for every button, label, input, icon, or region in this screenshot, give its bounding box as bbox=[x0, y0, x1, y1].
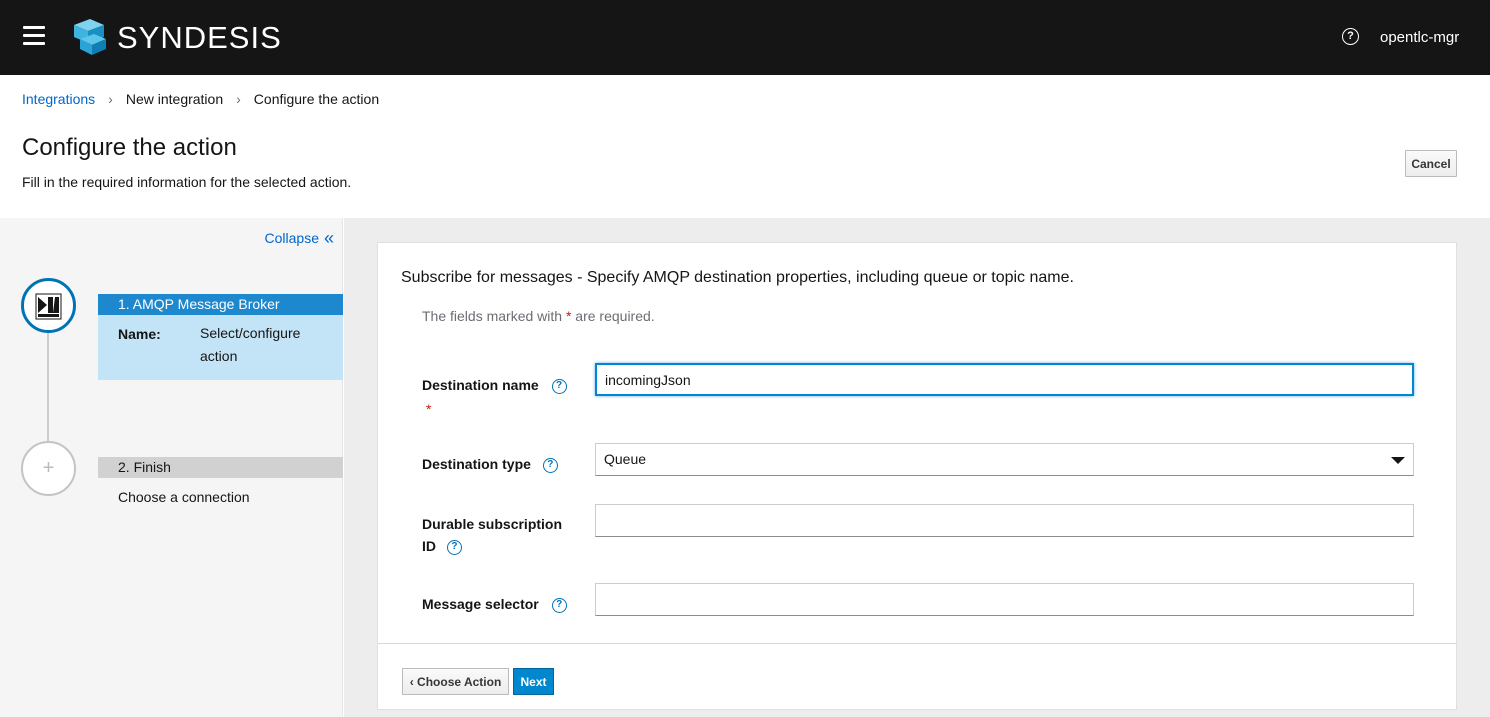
step-1-circle[interactable] bbox=[21, 278, 76, 333]
destination-type-label: Destination type ? bbox=[422, 456, 558, 473]
destination-name-label: Destination name ? bbox=[422, 377, 567, 394]
destination-name-label-text: Destination name bbox=[422, 377, 539, 393]
help-icon[interactable]: ? bbox=[1342, 28, 1359, 45]
required-note-suffix: are required. bbox=[575, 308, 655, 324]
brand-name: SYNDESIS bbox=[117, 20, 282, 55]
double-chevron-left-icon: « bbox=[323, 228, 334, 248]
collapse-label: Collapse bbox=[264, 230, 319, 246]
amqp-connector-icon bbox=[35, 293, 62, 320]
choose-action-label: Choose Action bbox=[417, 674, 502, 689]
page-title: Configure the action bbox=[22, 134, 237, 161]
step-2-header[interactable]: 2. Finish bbox=[98, 457, 343, 478]
step-1-name-value: Select/configure action bbox=[200, 325, 301, 364]
next-button[interactable]: Next bbox=[513, 668, 554, 695]
destination-type-select[interactable]: Queue bbox=[595, 443, 1414, 476]
step-1-header[interactable]: 1. AMQP Message Broker bbox=[98, 294, 343, 315]
durable-subscription-label-line1: Durable subscription bbox=[422, 516, 563, 532]
required-star: * bbox=[565, 308, 572, 324]
destination-type-label-text: Destination type bbox=[422, 456, 531, 472]
help-icon[interactable]: ? bbox=[551, 378, 567, 394]
form-title: Subscribe for messages - Specify AMQP de… bbox=[401, 269, 1074, 286]
step-1-details: Name: Select/configure action bbox=[98, 315, 343, 380]
help-icon[interactable]: ? bbox=[542, 457, 558, 473]
help-icon[interactable]: ? bbox=[551, 597, 567, 613]
collapse-button[interactable]: Collapse « bbox=[264, 228, 335, 248]
message-selector-label-text: Message selector bbox=[422, 596, 539, 612]
durable-subscription-label-line2: ID bbox=[422, 538, 436, 554]
required-note: The fields marked with * are required. bbox=[422, 308, 655, 324]
form-footer: ‹ Choose Action Next bbox=[377, 643, 1457, 710]
required-note-prefix: The fields marked with bbox=[422, 308, 563, 324]
form-card: Subscribe for messages - Specify AMQP de… bbox=[377, 242, 1457, 644]
step-1-name-label: Name: bbox=[118, 326, 161, 342]
plus-icon[interactable]: + bbox=[21, 441, 76, 496]
cancel-button[interactable]: Cancel bbox=[1405, 150, 1457, 177]
user-menu[interactable]: opentlc-mgr bbox=[1380, 29, 1459, 46]
durable-subscription-id-input[interactable] bbox=[595, 504, 1414, 537]
top-nav-bar: SYNDESIS ? opentlc-mgr bbox=[0, 0, 1490, 75]
breadcrumb: Integrations › New integration › Configu… bbox=[22, 91, 379, 107]
chevron-right-icon: › bbox=[236, 91, 241, 107]
durable-subscription-id-label: Durable subscription ID ? bbox=[422, 513, 562, 557]
message-selector-input[interactable] bbox=[595, 583, 1414, 616]
steps-sidebar: Collapse « 1. AMQP Message Broker Name: … bbox=[0, 218, 343, 717]
message-selector-label: Message selector ? bbox=[422, 596, 567, 613]
syndesis-logo-icon bbox=[74, 19, 106, 55]
page-subtitle: Fill in the required information for the… bbox=[22, 174, 352, 190]
chevron-left-icon: ‹ bbox=[409, 674, 414, 689]
required-star: * bbox=[426, 401, 432, 417]
caret-down-icon bbox=[1391, 457, 1405, 464]
breadcrumb-new-integration: New integration bbox=[125, 91, 224, 107]
hamburger-icon[interactable] bbox=[23, 26, 45, 46]
destination-type-value: Queue bbox=[604, 451, 647, 467]
breadcrumb-current: Configure the action bbox=[253, 91, 380, 107]
step-connector-line bbox=[47, 332, 49, 442]
choose-action-button[interactable]: ‹ Choose Action bbox=[402, 668, 509, 695]
step-2-description: Choose a connection bbox=[118, 489, 250, 505]
chevron-right-icon: › bbox=[108, 91, 113, 107]
breadcrumb-integrations[interactable]: Integrations bbox=[22, 91, 95, 107]
destination-name-input[interactable] bbox=[595, 363, 1414, 396]
help-icon[interactable]: ? bbox=[446, 539, 462, 555]
